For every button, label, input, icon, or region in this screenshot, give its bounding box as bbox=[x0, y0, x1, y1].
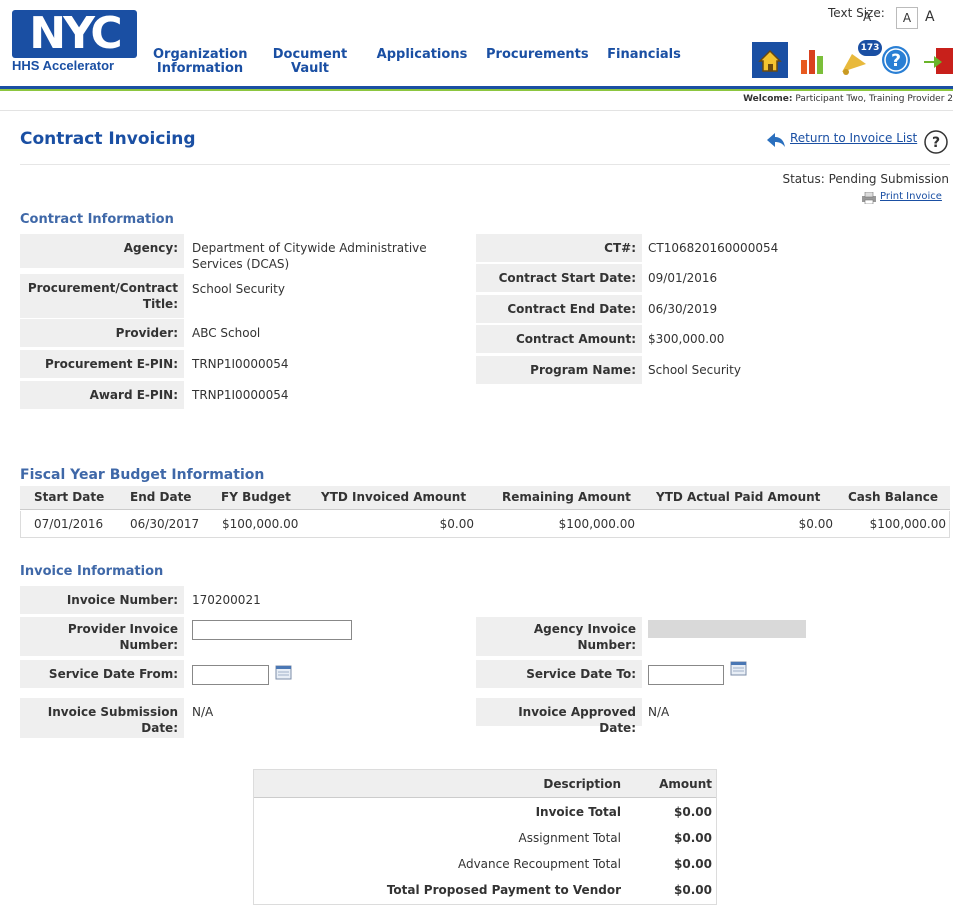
home-icon[interactable] bbox=[752, 42, 788, 78]
divider bbox=[0, 110, 953, 111]
logo-mark: NYC bbox=[12, 10, 137, 58]
summary-row-total-proposed-payment-amount: $0.00 bbox=[674, 883, 712, 897]
provider-invoice-number-label: Provider Invoice Number: bbox=[20, 617, 184, 656]
printer-icon[interactable] bbox=[861, 191, 877, 205]
invoice-submission-date-label: Invoice Submission Date: bbox=[20, 698, 184, 738]
cell-remaining: $100,000.00 bbox=[558, 517, 635, 531]
program-name-label: Program Name: bbox=[476, 356, 642, 384]
text-size-small[interactable]: A bbox=[863, 7, 871, 29]
invoice-submission-date-value: N/A bbox=[192, 705, 214, 719]
agency-label: Agency: bbox=[20, 234, 184, 268]
welcome-prefix: Welcome: bbox=[743, 94, 793, 104]
cell-ytd-invoiced: $0.00 bbox=[439, 517, 474, 531]
nyc-logo[interactable]: NYC HHS Accelerator bbox=[12, 10, 137, 76]
service-date-from-input[interactable] bbox=[192, 665, 269, 685]
print-invoice-link[interactable]: Print Invoice bbox=[880, 191, 942, 202]
column-header-start-date[interactable]: Start Date bbox=[34, 490, 104, 504]
text-size-large[interactable]: A bbox=[925, 7, 935, 29]
contract-amount-value: $300,000.00 bbox=[648, 332, 725, 346]
invoice-number-label: Invoice Number: bbox=[20, 586, 184, 614]
contract-information-title: Contract Information bbox=[20, 212, 174, 227]
cell-cash-balance: $100,000.00 bbox=[869, 517, 946, 531]
svg-text:?: ? bbox=[891, 51, 901, 71]
text-size-label: Text Size: bbox=[828, 6, 885, 20]
procurement-title-value: School Security bbox=[192, 282, 285, 296]
procurement-epin-value: TRNP1I0000054 bbox=[192, 357, 289, 371]
summary-row-invoice-total-amount: $0.00 bbox=[674, 805, 712, 819]
summary-table-header bbox=[254, 770, 716, 798]
welcome-message: Welcome: Participant Two, Training Provi… bbox=[743, 92, 953, 106]
summary-row-assignment-total-amount: $0.00 bbox=[674, 831, 712, 845]
provider-invoice-number-input[interactable] bbox=[192, 620, 352, 640]
invoice-information-title: Invoice Information bbox=[20, 564, 164, 579]
page-help-icon[interactable]: ? bbox=[924, 130, 948, 154]
contract-start-date-label: Contract Start Date: bbox=[476, 264, 642, 292]
ct-number-label: CT#: bbox=[476, 234, 642, 262]
award-epin-label: Award E-PIN: bbox=[20, 381, 184, 409]
column-header-remaining[interactable]: Remaining Amount bbox=[502, 490, 631, 504]
divider bbox=[20, 164, 950, 165]
fiscal-year-budget-title: Fiscal Year Budget Information bbox=[20, 467, 265, 483]
invoice-status: Status: Pending Submission bbox=[782, 172, 949, 186]
summary-row-advance-recoupment-amount: $0.00 bbox=[674, 857, 712, 871]
summary-description-header: Description bbox=[543, 777, 621, 791]
summary-row-invoice-total-label: Invoice Total bbox=[535, 805, 621, 819]
column-header-cash-balance[interactable]: Cash Balance bbox=[848, 490, 938, 504]
calendar-icon[interactable] bbox=[730, 661, 748, 677]
contract-amount-label: Contract Amount: bbox=[476, 325, 642, 353]
contract-end-date-label: Contract End Date: bbox=[476, 295, 642, 323]
calendar-icon[interactable] bbox=[275, 665, 293, 681]
column-header-ytd-invoiced[interactable]: YTD Invoiced Amount bbox=[321, 490, 466, 504]
award-epin-value: TRNP1I0000054 bbox=[192, 388, 289, 402]
contract-end-date-value: 06/30/2019 bbox=[648, 302, 718, 316]
welcome-user: Participant Two, Training Provider 2 bbox=[795, 94, 953, 104]
service-date-to-label: Service Date To: bbox=[476, 660, 642, 688]
summary-row-advance-recoupment-label: Advance Recoupment Total bbox=[457, 857, 621, 871]
tab-organization-information[interactable]: Organization Information bbox=[145, 38, 255, 80]
agency-invoice-number-label: Agency Invoice Number: bbox=[476, 617, 642, 656]
help-icon[interactable]: ? bbox=[878, 42, 914, 78]
summary-amount-header: Amount bbox=[659, 777, 712, 791]
agency-invoice-number-field bbox=[648, 620, 806, 638]
page-title: Contract Invoicing bbox=[20, 129, 196, 149]
invoice-approved-date-value: N/A bbox=[648, 705, 670, 719]
cell-ytd-paid: $0.00 bbox=[798, 517, 833, 531]
app-header: NYC HHS Accelerator Text Size: A A A Org… bbox=[0, 0, 953, 111]
summary-row-total-proposed-payment-label: Total Proposed Payment to Vendor bbox=[386, 883, 621, 897]
logout-icon[interactable] bbox=[922, 42, 953, 78]
column-header-fy-budget[interactable]: FY Budget bbox=[221, 490, 291, 504]
column-header-ytd-paid[interactable]: YTD Actual Paid Amount bbox=[656, 490, 820, 504]
text-size-medium[interactable]: A bbox=[896, 7, 918, 29]
contract-start-date-value: 09/01/2016 bbox=[648, 271, 718, 285]
program-name-value: School Security bbox=[648, 363, 741, 377]
ct-number-value: CT106820160000054 bbox=[648, 241, 779, 255]
tab-applications[interactable]: Applications bbox=[366, 38, 478, 80]
column-header-end-date[interactable]: End Date bbox=[130, 490, 191, 504]
logo-subtitle: HHS Accelerator bbox=[12, 58, 115, 73]
procurement-epin-label: Procurement E-PIN: bbox=[20, 350, 184, 378]
service-date-to-input[interactable] bbox=[648, 665, 724, 685]
header-accent-line bbox=[0, 89, 953, 91]
procurement-title-label: Procurement/Contract Title: bbox=[20, 274, 184, 318]
cell-fy-budget: $100,000.00 bbox=[222, 517, 299, 531]
return-to-invoice-list-link[interactable]: Return to Invoice List bbox=[790, 131, 917, 145]
invoice-approved-date-label: Invoice Approved Date: bbox=[476, 698, 642, 735]
provider-label: Provider: bbox=[20, 319, 184, 347]
svg-text:?: ? bbox=[932, 135, 940, 151]
tab-financials[interactable]: Financials bbox=[590, 38, 698, 80]
provider-value: ABC School bbox=[192, 326, 261, 340]
reports-icon[interactable] bbox=[795, 42, 831, 78]
summary-row-assignment-total-label: Assignment Total bbox=[518, 831, 622, 845]
cell-start-date: 07/01/2016 bbox=[34, 517, 104, 531]
invoice-summary-table: Description Amount Invoice Total $0.00 A… bbox=[253, 769, 717, 905]
tab-document-vault[interactable]: Document Vault bbox=[262, 38, 358, 80]
agency-value: Department of Citywide Administrative Se… bbox=[192, 241, 427, 271]
return-arrow-icon[interactable] bbox=[766, 131, 786, 149]
cell-end-date: 06/30/2017 bbox=[130, 517, 200, 531]
invoice-number-value: 170200021 bbox=[192, 593, 261, 607]
tab-procurements[interactable]: Procurements bbox=[478, 38, 590, 80]
service-date-from-label: Service Date From: bbox=[20, 660, 184, 688]
